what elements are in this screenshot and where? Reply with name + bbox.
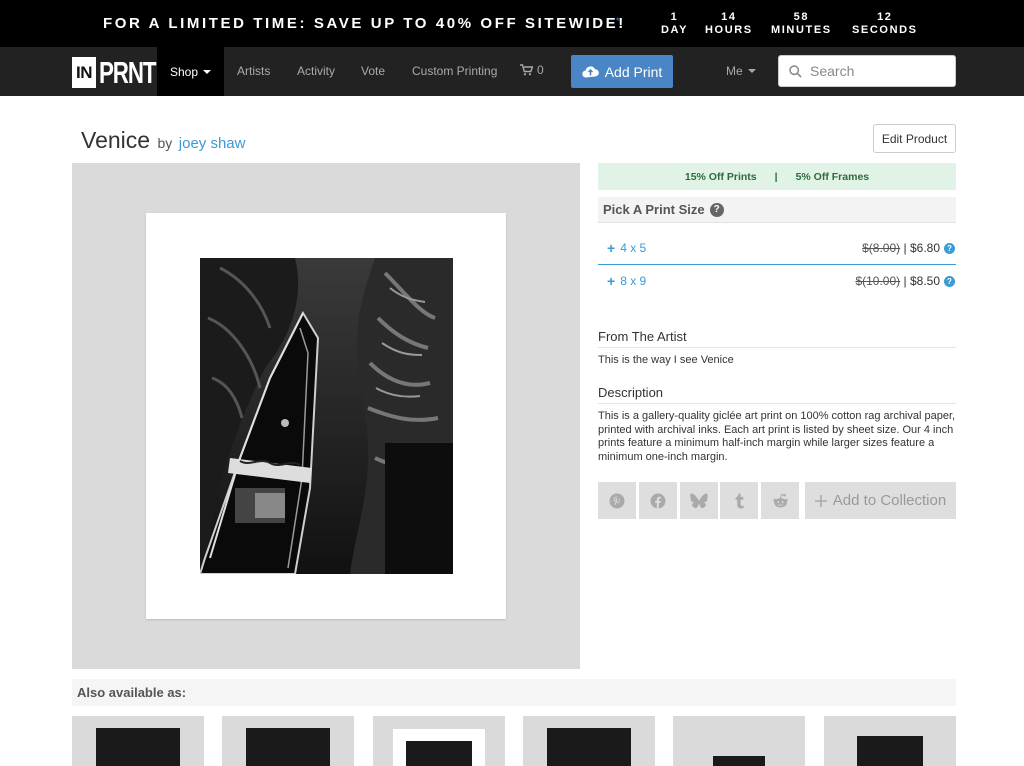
print-price: $(8.00) | $6.80 xyxy=(862,241,940,255)
countdown-days: 1 DAY xyxy=(661,11,689,36)
deal-separator: | xyxy=(774,170,778,183)
plus-icon: + xyxy=(607,273,616,289)
info-icon[interactable]: ? xyxy=(944,242,955,254)
chevron-down-icon xyxy=(747,69,756,73)
from-artist-text: This is the way I see Venice xyxy=(598,354,734,366)
nav-link-custom-printing[interactable]: Custom Printing xyxy=(412,64,497,78)
cart-button[interactable]: 0 xyxy=(520,63,544,77)
reddit-icon xyxy=(772,493,788,507)
print-size-heading: Pick A Print Size ? xyxy=(598,197,956,223)
product-thumbnail[interactable] xyxy=(222,716,354,766)
deal-frames: 5% Off Frames xyxy=(795,170,870,183)
deals-banner: 15% Off Prints | 5% Off Frames xyxy=(598,163,956,190)
pinterest-icon xyxy=(609,493,625,508)
search-box[interactable] xyxy=(778,55,956,87)
nav-link-activity[interactable]: Activity xyxy=(297,64,335,78)
help-icon[interactable]: ? xyxy=(709,202,724,217)
cart-icon xyxy=(520,64,533,76)
bluesky-share-button[interactable] xyxy=(680,482,718,519)
plus-icon xyxy=(814,494,827,507)
promo-banner: FOR A LIMITED TIME: SAVE UP TO 40% OFF S… xyxy=(0,0,1024,47)
info-icon[interactable]: ? xyxy=(944,275,955,287)
cart-count: 0 xyxy=(537,63,544,77)
edit-product-button[interactable]: Edit Product xyxy=(873,124,956,153)
countdown-minutes: 58 MINUTES xyxy=(771,11,832,36)
nav-link-vote[interactable]: Vote xyxy=(361,64,385,78)
product-thumbnail[interactable] xyxy=(673,716,805,766)
main-nav: IN PRNT Shop Artists Activity Vote Custo… xyxy=(0,47,1024,96)
print-size-label: 4 x 5 xyxy=(620,241,647,255)
nav-me-menu[interactable]: Me xyxy=(726,64,756,78)
title-by: by xyxy=(157,135,173,151)
countdown-hours: 14 HOURS xyxy=(705,11,753,36)
tumblr-share-button[interactable] xyxy=(720,482,758,519)
tumblr-icon xyxy=(735,493,744,508)
cloud-upload-icon xyxy=(581,66,599,78)
description-text: This is a gallery-quality giclée art pri… xyxy=(598,410,956,463)
artwork-preview xyxy=(72,163,580,669)
also-available-heading: Also available as: xyxy=(72,679,956,706)
print-mat xyxy=(146,213,506,619)
product-thumbnail[interactable] xyxy=(373,716,505,766)
deal-prints: 15% Off Prints xyxy=(684,170,757,183)
countdown-seconds: 12 SECONDS xyxy=(852,11,918,36)
artist-link[interactable]: joey shaw xyxy=(179,135,246,152)
pinterest-share-button[interactable] xyxy=(598,482,636,519)
add-print-button[interactable]: Add Print xyxy=(571,55,673,88)
facebook-share-button[interactable] xyxy=(639,482,677,519)
artwork-image[interactable] xyxy=(200,258,453,574)
add-to-collection-button[interactable]: Add to Collection xyxy=(805,482,956,519)
product-thumbnail[interactable] xyxy=(824,716,956,766)
bluesky-icon xyxy=(690,492,708,508)
nav-link-artists[interactable]: Artists xyxy=(237,64,270,78)
description-heading: Description xyxy=(598,385,956,404)
plus-icon: + xyxy=(607,240,616,256)
page-title: Venice xyxy=(81,127,151,153)
print-size-option[interactable]: + 4 x 5 $(8.00) | $6.80 ? xyxy=(598,233,956,263)
product-title-block: Venice by joey shaw xyxy=(81,127,245,154)
print-size-label: 8 x 9 xyxy=(620,274,647,288)
reddit-share-button[interactable] xyxy=(761,482,799,519)
divider xyxy=(598,264,956,265)
product-thumbnail[interactable] xyxy=(523,716,655,766)
print-price: $(10.00) | $8.50 xyxy=(855,274,940,288)
search-input[interactable] xyxy=(810,63,940,79)
promo-text: FOR A LIMITED TIME: SAVE UP TO 40% OFF S… xyxy=(103,15,626,32)
search-icon xyxy=(789,64,802,78)
product-thumbnail[interactable] xyxy=(72,716,204,766)
chevron-down-icon xyxy=(203,69,212,74)
facebook-icon xyxy=(650,493,666,508)
nav-shop-menu[interactable]: Shop xyxy=(157,47,224,96)
print-size-option[interactable]: + 8 x 9 $(10.00) | $8.50 ? xyxy=(598,266,956,296)
promo-marker: * xyxy=(616,16,620,26)
from-artist-heading: From The Artist xyxy=(598,329,956,348)
